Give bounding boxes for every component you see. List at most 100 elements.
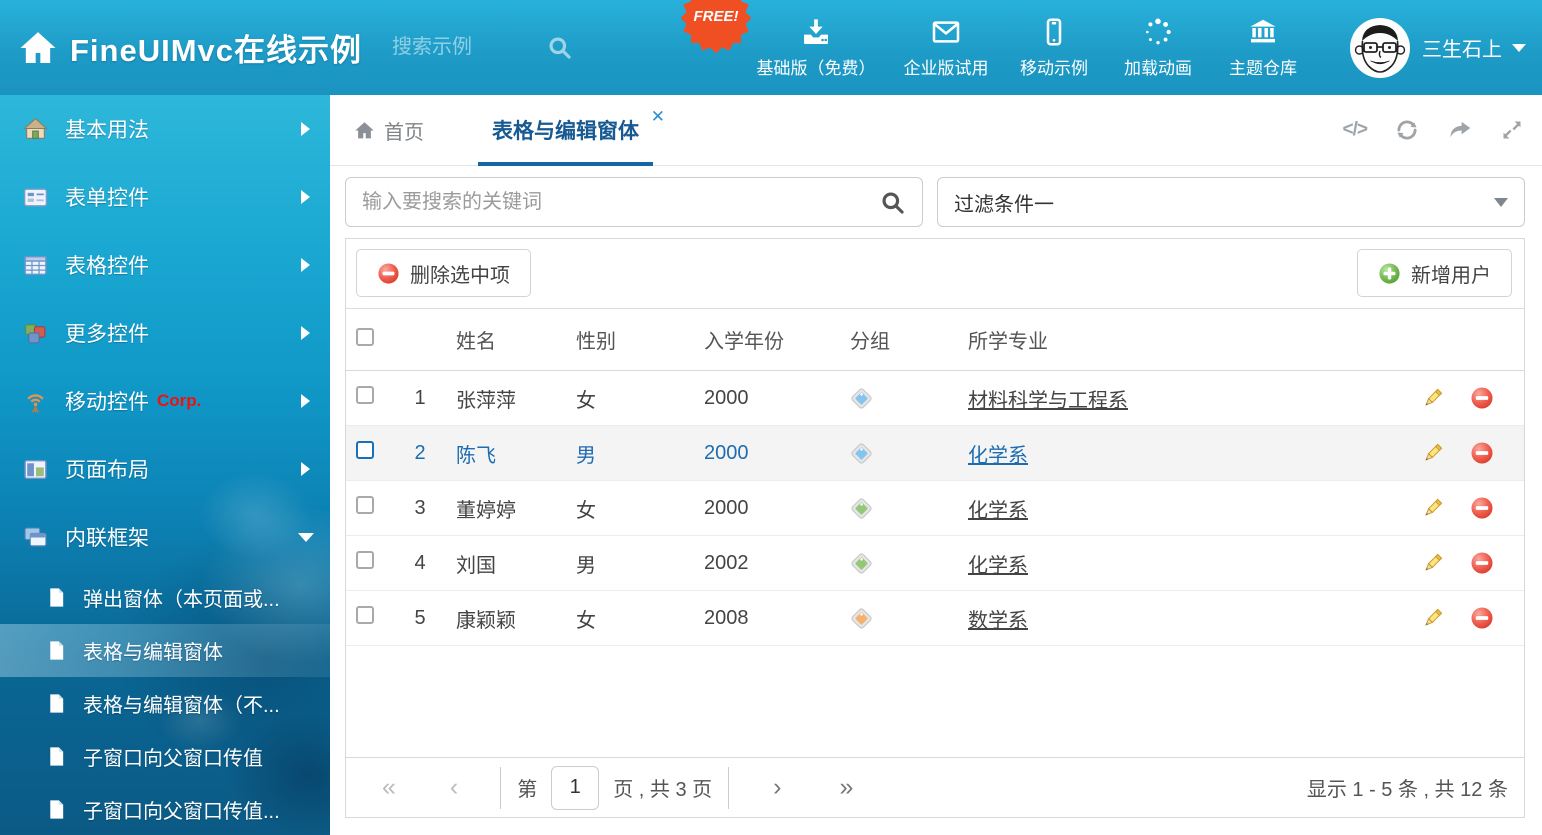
nav-item-basic-edition[interactable]: 基础版（免费） — [742, 16, 890, 79]
delete-selected-button[interactable]: 删除选中项 — [356, 249, 531, 297]
sidebar-item-mobile-controls[interactable]: 移动控件 Corp. — [0, 367, 330, 435]
column-major[interactable]: 所学专业 — [958, 325, 1374, 354]
file-icon — [46, 746, 67, 767]
edit-icon[interactable] — [1421, 387, 1444, 410]
sidebar-subitem-grid-edit-window-2[interactable]: 表格与编辑窗体（不... — [0, 677, 330, 730]
column-gender[interactable]: 性别 — [566, 325, 694, 354]
search-icon[interactable] — [879, 189, 906, 216]
tab-grid-edit-window[interactable]: 表格与编辑窗体 ✕ — [478, 95, 653, 165]
pagination-bar: « ‹ 第 页 , 共 3 页 › » 显示 1 - 5 条 , 共 12 条 — [346, 757, 1524, 817]
table-row[interactable]: 3 董婷婷 女 2000 化学系 — [346, 481, 1524, 536]
file-icon — [46, 799, 67, 820]
table-row[interactable]: 1 张萍萍 女 2000 材料科学与工程系 — [346, 371, 1524, 426]
keyword-search-input[interactable] — [346, 191, 879, 214]
first-page-button[interactable]: « — [382, 773, 396, 802]
sidebar-subitem-child-to-parent[interactable]: 子窗口向父窗口传值 — [0, 730, 330, 783]
button-label: 新增用户 — [1411, 259, 1491, 288]
select-all-checkbox[interactable] — [356, 328, 374, 346]
cell-name: 张萍萍 — [446, 384, 566, 413]
tab-toolbar: </> — [1343, 95, 1524, 165]
table-row[interactable]: 2 陈飞 男 2000 化学系 — [346, 426, 1524, 481]
grid-toolbar: 删除选中项 新增用户 — [346, 239, 1524, 309]
sidebar-item-more-controls[interactable]: 更多控件 — [0, 299, 330, 367]
edit-icon[interactable] — [1421, 497, 1444, 520]
fullscreen-icon[interactable] — [1500, 118, 1524, 142]
add-user-button[interactable]: 新增用户 — [1357, 249, 1512, 297]
download-icon — [800, 16, 832, 48]
delete-icon[interactable] — [1470, 441, 1494, 465]
delete-icon[interactable] — [1470, 606, 1494, 630]
row-index: 1 — [394, 387, 446, 410]
table-row[interactable]: 5 康颖颖 女 2008 数学系 — [346, 591, 1524, 646]
major-link[interactable]: 材料科学与工程系 — [968, 390, 1128, 412]
sidebar-item-form-controls[interactable]: 表单控件 — [0, 163, 330, 231]
chevron-right-icon — [301, 394, 310, 408]
delete-icon[interactable] — [1470, 386, 1494, 410]
form-icon — [22, 184, 49, 211]
edit-icon[interactable] — [1421, 552, 1444, 575]
app-window: FineUIMvc在线示例 FREE! 基础版（免费） 企 — [0, 0, 1542, 835]
row-checkbox[interactable] — [356, 551, 374, 569]
row-checkbox[interactable] — [356, 496, 374, 514]
tab-bar: 首页 表格与编辑窗体 ✕ </> — [330, 95, 1542, 166]
chevron-right-icon — [301, 326, 310, 340]
cell-year: 2008 — [694, 607, 840, 630]
nav-label: 主题仓库 — [1229, 54, 1297, 79]
major-link[interactable]: 化学系 — [968, 555, 1028, 577]
edit-icon[interactable] — [1421, 442, 1444, 465]
user-menu[interactable]: 三生石上 — [1350, 0, 1526, 95]
sidebar-item-iframe[interactable]: 内联框架 — [0, 503, 330, 571]
nav-item-theme-store[interactable]: 主题仓库 — [1210, 16, 1316, 79]
chevron-right-icon — [301, 258, 310, 272]
source-code-icon[interactable]: </> — [1343, 119, 1367, 141]
header-search-input[interactable] — [392, 36, 532, 59]
mobile-icon — [1038, 16, 1070, 48]
sidebar-subitem-child-to-parent-2[interactable]: 子窗口向父窗口传值... — [0, 783, 330, 835]
sidebar-item-label: 移动控件 — [65, 386, 149, 416]
row-checkbox[interactable] — [356, 386, 374, 404]
table-row[interactable]: 4 刘国 男 2002 化学系 — [346, 536, 1524, 591]
row-checkbox[interactable] — [356, 441, 374, 459]
sidebar-subitem-popup-window[interactable]: 弹出窗体（本页面或... — [0, 571, 330, 624]
nav-label: 移动示例 — [1020, 54, 1088, 79]
search-icon[interactable] — [546, 34, 573, 61]
nav-item-loading-animation[interactable]: 加载动画 — [1106, 16, 1210, 79]
delete-icon[interactable] — [1470, 496, 1494, 520]
major-link[interactable]: 化学系 — [968, 445, 1028, 467]
sidebar-subitem-label: 表格与编辑窗体（不... — [83, 689, 280, 718]
file-icon — [46, 587, 67, 608]
keyword-search-box — [345, 177, 923, 227]
next-page-button[interactable]: › — [773, 773, 781, 802]
refresh-icon[interactable] — [1394, 117, 1420, 143]
filter-dropdown[interactable]: 过滤条件一 — [937, 177, 1525, 227]
major-link[interactable]: 化学系 — [968, 500, 1028, 522]
home-icon[interactable] — [18, 28, 58, 68]
nav-item-enterprise-trial[interactable]: 企业版试用 — [890, 16, 1002, 79]
nav-label: 企业版试用 — [904, 54, 989, 79]
column-year[interactable]: 入学年份 — [694, 325, 840, 354]
sidebar-subitem-grid-edit-window[interactable]: 表格与编辑窗体 — [0, 624, 330, 677]
sidebar-item-grid-controls[interactable]: 表格控件 — [0, 231, 330, 299]
major-link[interactable]: 数学系 — [968, 610, 1028, 632]
prev-page-button[interactable]: ‹ — [450, 773, 458, 802]
sidebar-subitem-label: 子窗口向父窗口传值... — [83, 795, 280, 824]
page-number-input[interactable] — [551, 766, 599, 810]
delete-icon[interactable] — [1470, 551, 1494, 575]
row-index: 5 — [394, 607, 446, 630]
column-name[interactable]: 姓名 — [446, 325, 566, 354]
nav-item-mobile-demo[interactable]: 移动示例 — [1002, 16, 1106, 79]
tag-icon — [850, 497, 873, 520]
share-icon[interactable] — [1447, 117, 1473, 143]
cell-name: 董婷婷 — [446, 494, 566, 523]
row-checkbox[interactable] — [356, 606, 374, 624]
close-icon[interactable]: ✕ — [651, 107, 665, 127]
column-group[interactable]: 分组 — [840, 325, 958, 354]
tab-home[interactable]: 首页 — [354, 116, 424, 145]
cell-name: 陈飞 — [446, 439, 566, 468]
last-page-button[interactable]: » — [839, 773, 853, 802]
page-suffix: 页 , 共 3 页 — [613, 773, 712, 802]
edit-icon[interactable] — [1421, 607, 1444, 630]
sidebar-item-basic-usage[interactable]: 基本用法 — [0, 95, 330, 163]
sidebar-item-page-layout[interactable]: 页面布局 — [0, 435, 330, 503]
cell-year: 2000 — [694, 442, 840, 465]
